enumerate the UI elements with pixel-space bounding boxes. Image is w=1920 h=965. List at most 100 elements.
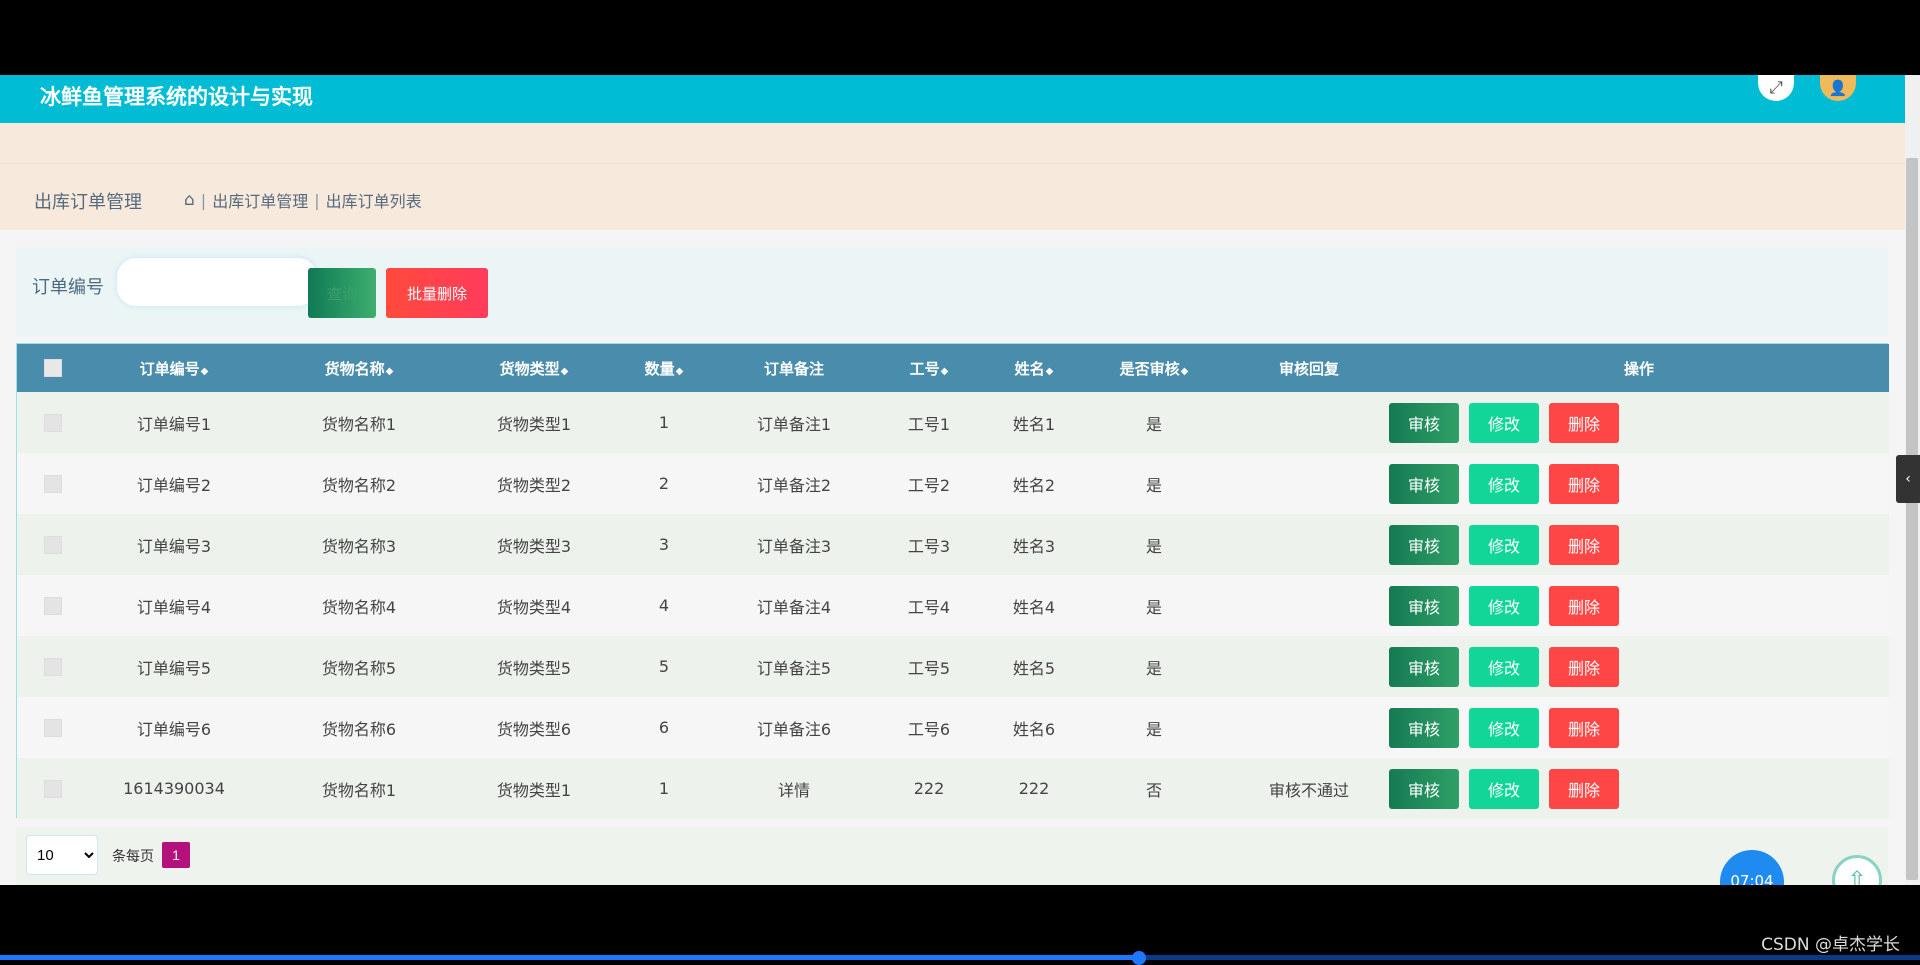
audit-button[interactable]: 审核 <box>1389 707 1459 748</box>
cell-audited: 是 <box>1145 597 1162 617</box>
column-header-audited[interactable]: 是否审核◆ <box>1079 344 1229 392</box>
audit-button[interactable]: 审核 <box>1389 646 1459 687</box>
fullscreen-button[interactable]: ⤢ <box>1758 75 1794 101</box>
delete-button[interactable]: 删除 <box>1549 707 1619 748</box>
cell-name: 姓名1 <box>1012 414 1056 434</box>
batch-delete-button[interactable]: 批量删除 <box>386 268 488 318</box>
edit-button[interactable]: 修改 <box>1469 463 1539 504</box>
sort-icon[interactable]: ◆ <box>676 366 684 377</box>
cell-audited: 是 <box>1145 536 1162 556</box>
delete-button[interactable]: 删除 <box>1549 402 1619 443</box>
search-button[interactable]: 查询 <box>308 268 376 318</box>
cell-reply: 审核不通过 <box>1268 780 1349 800</box>
edit-button[interactable]: 修改 <box>1469 402 1539 443</box>
edit-button[interactable]: 修改 <box>1469 646 1539 687</box>
cell-order-no: 订单编号2 <box>136 475 212 495</box>
row-checkbox[interactable] <box>44 780 62 799</box>
breadcrumb-item-order-management[interactable]: 出库订单管理 <box>212 188 308 212</box>
user-avatar-icon: 👤 <box>1828 79 1848 97</box>
delete-button[interactable]: 删除 <box>1549 768 1619 809</box>
row-checkbox[interactable] <box>44 475 62 494</box>
home-icon[interactable]: ⌂ <box>184 190 195 210</box>
cell-goods-name: 货物名称4 <box>321 597 397 617</box>
order-table: 订单编号◆ 货物名称◆ 货物类型◆ 数量◆ 订单备注 工号◆ 姓名◆ 是否审核◆… <box>16 343 1889 819</box>
row-checkbox[interactable] <box>44 658 62 677</box>
video-progress-bar[interactable] <box>0 951 1920 965</box>
scrollbar-thumb[interactable] <box>1906 158 1918 880</box>
order-no-search-input[interactable] <box>116 257 318 307</box>
column-header-qty[interactable]: 数量◆ <box>609 344 719 392</box>
sort-icon[interactable]: ◆ <box>1046 366 1054 377</box>
sort-icon[interactable]: ◆ <box>561 366 569 377</box>
sort-icon[interactable]: ◆ <box>1181 366 1189 377</box>
select-all-cell <box>17 344 89 392</box>
row-checkbox[interactable] <box>44 719 62 738</box>
audit-button[interactable]: 审核 <box>1389 524 1459 565</box>
sort-icon[interactable]: ◆ <box>386 366 394 377</box>
cell-reply <box>1229 697 1389 758</box>
table-row: 订单编号3 货物名称3 货物类型3 3 订单备注3 工号3 姓名3 是 审核 修改 删除 <box>17 514 1889 575</box>
video-letterbox-top <box>0 0 1920 75</box>
delete-button[interactable]: 删除 <box>1549 646 1619 687</box>
order-no-label: 订单编号 <box>32 277 104 298</box>
cell-name: 姓名6 <box>1012 719 1056 739</box>
audit-button[interactable]: 审核 <box>1389 463 1459 504</box>
breadcrumb-separator: | <box>200 190 207 210</box>
cell-ops: 审核 修改 删除 <box>1389 758 1889 819</box>
cell-goods-name: 货物名称6 <box>321 719 397 739</box>
page-number-button[interactable]: 1 <box>162 842 190 868</box>
cell-audited: 是 <box>1145 658 1162 678</box>
cell-name: 姓名3 <box>1012 536 1056 556</box>
row-select-cell <box>17 636 89 697</box>
user-avatar[interactable]: 👤 <box>1820 75 1856 101</box>
row-checkbox[interactable] <box>44 414 62 433</box>
table-row: 1614390034 货物名称1 货物类型1 1 详情 222 222 否 审核不通过 审核 修改删… <box>17 758 1889 819</box>
page-size-select[interactable]: 10 <box>26 835 98 875</box>
cell-emp-no: 工号2 <box>907 475 951 495</box>
page-title: 出库订单管理 <box>34 192 142 213</box>
edit-button[interactable]: 修改 <box>1469 707 1539 748</box>
sort-icon[interactable]: ◆ <box>941 366 949 377</box>
cell-goods-name: 货物名称3 <box>321 536 397 556</box>
row-checkbox[interactable] <box>44 597 62 616</box>
app-title: 冰鲜鱼管理系统的设计与实现 <box>40 85 313 109</box>
column-header-emp-no[interactable]: 工号◆ <box>869 344 989 392</box>
cell-reply <box>1229 636 1389 697</box>
video-progress-knob[interactable] <box>1132 951 1146 965</box>
edit-button[interactable]: 修改 <box>1469 524 1539 565</box>
delete-button[interactable]: 删除 <box>1549 524 1619 565</box>
cell-remark: 订单备注4 <box>756 597 832 617</box>
cell-qty: 1 <box>658 413 670 432</box>
edit-button[interactable]: 修改 <box>1469 585 1539 626</box>
delete-button[interactable]: 删除 <box>1549 463 1619 504</box>
cell-goods-name: 货物名称5 <box>321 658 397 678</box>
edit-button[interactable]: 修改 <box>1469 768 1539 809</box>
delete-button[interactable]: 删除 <box>1549 585 1619 626</box>
cell-goods-name: 货物名称1 <box>321 780 397 800</box>
cell-emp-no: 工号4 <box>907 597 951 617</box>
cell-ops: 审核 修改 删除 <box>1389 453 1889 514</box>
row-select-cell <box>17 697 89 758</box>
column-header-goods-name[interactable]: 货物名称◆ <box>259 344 459 392</box>
column-header-name[interactable]: 姓名◆ <box>989 344 1079 392</box>
sort-icon[interactable]: ◆ <box>201 366 209 377</box>
cell-emp-no: 工号3 <box>907 536 951 556</box>
cell-ops: 审核 修改 删除 <box>1389 697 1889 758</box>
cell-emp-no: 工号5 <box>907 658 951 678</box>
side-panel-toggle[interactable]: ‹ <box>1896 455 1920 503</box>
column-header-order-no[interactable]: 订单编号◆ <box>89 344 259 392</box>
cell-remark: 订单备注5 <box>756 658 832 678</box>
audit-button[interactable]: 审核 <box>1389 585 1459 626</box>
cell-goods-name: 货物名称2 <box>321 475 397 495</box>
cell-goods-type: 货物类型1 <box>496 414 572 434</box>
column-header-goods-type[interactable]: 货物类型◆ <box>459 344 609 392</box>
select-all-checkbox[interactable] <box>44 359 62 378</box>
cell-ops: 审核 修改 删除 <box>1389 575 1889 636</box>
audit-button[interactable]: 审核 <box>1389 768 1459 809</box>
row-checkbox[interactable] <box>44 536 62 555</box>
audit-button[interactable]: 审核 <box>1389 402 1459 443</box>
pagination-bar: 10 条每页 1 <box>16 827 1888 885</box>
cell-remark: 订单备注2 <box>756 475 832 495</box>
chevron-left-icon: ‹ <box>1905 471 1911 487</box>
breadcrumb-item-order-list: 出库订单列表 <box>325 192 422 211</box>
